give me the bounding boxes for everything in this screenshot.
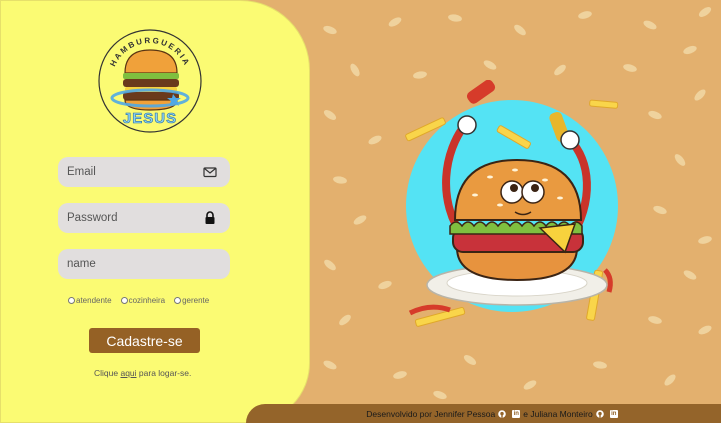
role-label: atendente [76,295,112,305]
svg-text:JESUS: JESUS [123,110,177,127]
github-icon[interactable] [595,409,604,418]
signup-panel: HAMBURGUERIA JESUS Email name atendente … [0,0,310,423]
hamburgueria-jesus-logo: HAMBURGUERIA JESUS [98,29,202,133]
password-input[interactable] [67,203,197,233]
envelope-icon [203,167,217,178]
name-field[interactable] [58,249,230,279]
role-option-gerente[interactable]: gerente [174,296,209,305]
role-option-atendente[interactable]: atendente [68,296,112,305]
signup-button[interactable]: Cadastre-se [89,328,200,353]
radio-button[interactable] [120,296,128,304]
lock-icon [205,211,215,224]
signup-page: HAMBURGUERIA JESUS Email name atendente … [0,0,721,423]
role-label: gerente [182,295,210,305]
linkedin-icon[interactable]: in [609,409,618,418]
login-link[interactable]: aqui [120,368,136,378]
role-option-cozinheira[interactable]: cozinheira [120,295,166,305]
password-field[interactable] [58,203,230,233]
credit-juliana: e Juliana Monteiro [523,408,593,419]
footer-credits: Desenvolvido por Jennifer Pessoa in e Ju… [246,404,721,423]
login-hint-prefix: Clique [94,368,121,378]
linkedin-icon[interactable]: in [512,409,521,418]
radio-button[interactable] [174,296,182,304]
email-field[interactable] [58,157,230,187]
login-hint-suffix: para logar-se. [136,368,192,378]
burger-mascot-illustration [405,80,619,327]
github-icon[interactable] [498,409,507,418]
radio-button[interactable] [68,296,75,304]
login-hint: Clique aqui para logar-se. [94,368,191,378]
credit-jennifer: Desenvolvido por Jennifer Pessoa [366,408,496,419]
role-radio-group: atendente cozinheira gerente [68,294,218,306]
role-label: cozinheira [128,295,166,305]
email-input[interactable] [67,157,197,187]
name-input[interactable] [67,249,197,279]
